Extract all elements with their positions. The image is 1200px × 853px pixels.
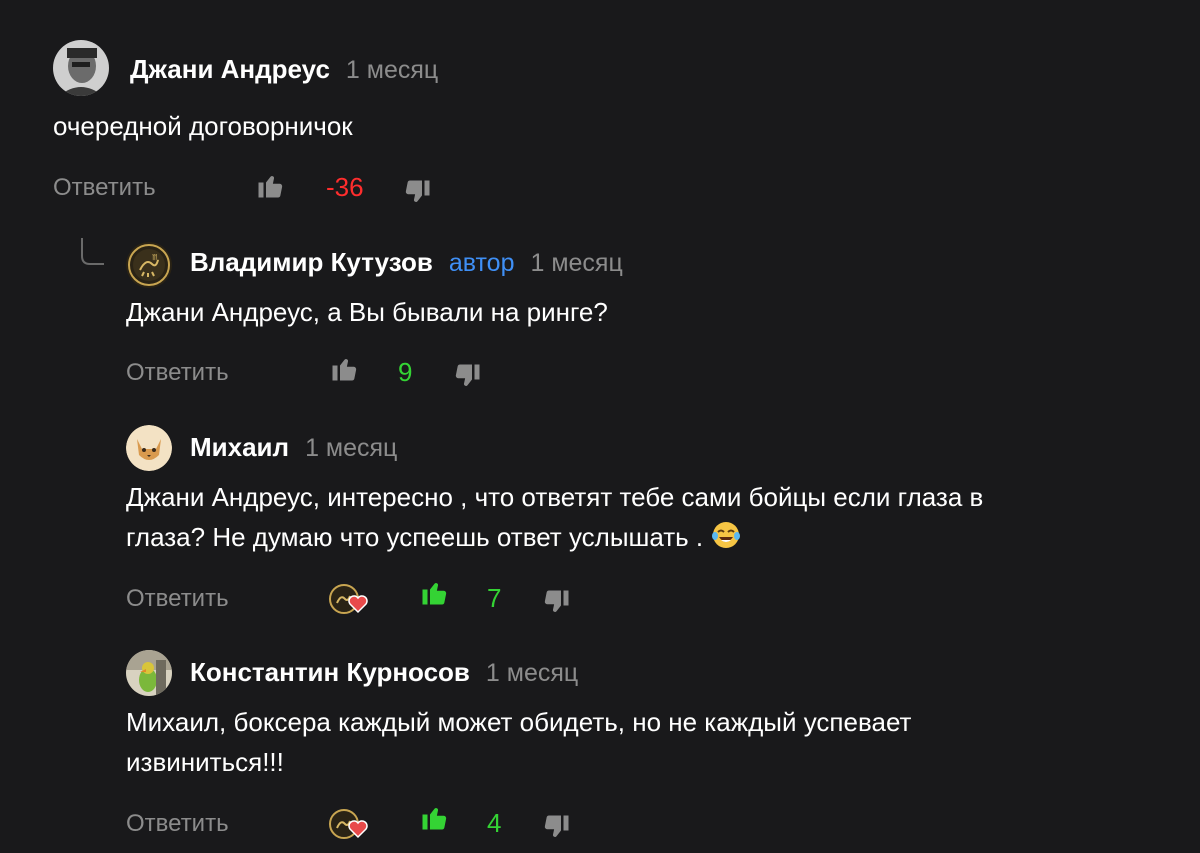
- comment-text-line: Михаил, боксера каждый может обидеть, но…: [126, 707, 912, 737]
- vote-score: 4: [487, 808, 502, 838]
- comment-text: Михаил, боксера каждый может обидеть, но…: [126, 702, 911, 782]
- comment: Константин Курносов 1 месяц Михаил, бокс…: [0, 0, 1200, 853]
- thumbs-up-icon[interactable]: [420, 802, 450, 837]
- author-name[interactable]: Константин Курносов: [190, 657, 470, 688]
- author-liked-icon: [328, 807, 370, 846]
- comment-time: 1 месяц: [485, 659, 579, 687]
- thumbs-down-icon[interactable]: [541, 813, 571, 848]
- comment-text-line: извиниться!!!: [126, 747, 284, 777]
- avatar[interactable]: [126, 650, 172, 696]
- reply-button[interactable]: Ответить: [126, 810, 229, 838]
